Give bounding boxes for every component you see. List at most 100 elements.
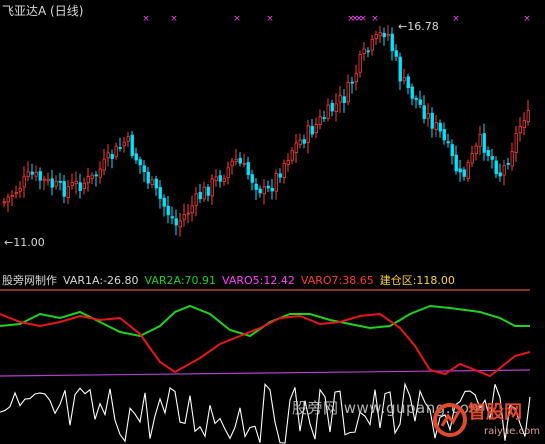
candle-body [114, 145, 118, 158]
candle-body [386, 33, 390, 37]
candle-body [190, 205, 194, 214]
candle-body [518, 126, 522, 134]
candle-body [214, 176, 218, 181]
candle-body [426, 113, 430, 119]
candle-body [166, 205, 170, 216]
price-chart: × × × × ×××× × × × [2, 14, 531, 237]
candle-body [130, 134, 134, 156]
candle-body [142, 165, 146, 173]
candle-body [206, 186, 210, 196]
candle-body [414, 98, 418, 100]
candle-body [478, 134, 482, 147]
candle-body [390, 33, 394, 52]
candle-body [250, 174, 254, 183]
indicator-name: 股旁网制作 [2, 274, 57, 287]
candle-body [154, 178, 158, 189]
candle-body [330, 102, 334, 112]
legend-varo5: VARO5:12.42 [222, 274, 295, 287]
candle-body [134, 153, 138, 161]
candle-body [86, 176, 90, 184]
low-price-value: 11.00 [13, 236, 45, 249]
candle-body [10, 195, 14, 198]
candle-body [314, 124, 318, 134]
candle-body [226, 167, 230, 178]
candle-body [382, 32, 386, 38]
candle-body [522, 120, 526, 128]
candle-body [338, 95, 342, 103]
candle-body [54, 181, 58, 187]
candle-body [266, 185, 270, 189]
candle-body [370, 38, 374, 51]
legend-var2a: VAR2A:70.91 [144, 274, 217, 287]
candle-body [402, 77, 406, 82]
arrow-left-icon: ← [4, 236, 14, 249]
candle-body [38, 171, 42, 181]
legend-jiancang: 建仓区:118.00 [379, 274, 455, 287]
candle-body [454, 154, 458, 172]
candle-body [302, 139, 306, 144]
candle-body [286, 160, 290, 165]
chart-window: × × × × × × × × × × × 飞亚达A (日线) ←16.78 ←11.00 股旁网制… [0, 0, 545, 444]
signal-marker: × [233, 14, 241, 24]
signal-marker: × [359, 14, 367, 24]
candle-body [306, 125, 310, 144]
candle-body [158, 187, 162, 199]
candle-body [162, 197, 166, 207]
candle-body [398, 56, 402, 82]
candle-body [82, 182, 86, 189]
candle-body [138, 159, 142, 166]
candle-body [170, 216, 174, 219]
candle-body [146, 171, 150, 184]
candle-body [42, 178, 46, 181]
low-price-label: ←11.00 [4, 236, 45, 249]
candle-body [310, 125, 314, 135]
candle-body [90, 174, 94, 179]
arrow-left-icon: ← [398, 20, 408, 33]
high-price-label: ←16.78 [398, 20, 439, 33]
varo7-line [0, 312, 531, 378]
candle-body [410, 86, 414, 99]
candle-body [14, 192, 18, 195]
watermark-brand: 智股网 [468, 402, 522, 423]
candle-body [46, 178, 50, 182]
candle-body [254, 183, 258, 190]
candle-body [362, 48, 366, 54]
candle-body [234, 158, 238, 162]
candle-body [242, 162, 246, 165]
signal-marker: × [371, 14, 379, 24]
signal-marker: × [452, 14, 460, 24]
candle-body [502, 165, 506, 176]
candle-body [482, 133, 486, 153]
candle-body [450, 144, 454, 156]
candle-body [458, 168, 462, 173]
candle-body [486, 150, 490, 156]
candle-body [98, 168, 102, 178]
candle-body [494, 160, 498, 175]
candle-body [30, 171, 34, 175]
candle-body [66, 186, 70, 199]
candle-body [222, 177, 226, 182]
candle-body [394, 50, 398, 57]
candle-body [442, 129, 446, 141]
chart-title: 飞亚达A (日线) [2, 4, 84, 18]
candle-body [198, 192, 202, 200]
candle-body [178, 220, 182, 228]
signal-marker: × [142, 14, 150, 24]
candle-body [434, 122, 438, 130]
candle-body [354, 72, 358, 83]
candle-body [278, 173, 282, 178]
candle-body [498, 172, 502, 177]
candle-body [294, 142, 298, 153]
candle-body [106, 152, 110, 159]
candle-body [350, 81, 354, 84]
candle-body [2, 201, 6, 204]
candle-body [342, 96, 346, 103]
candle-body [26, 171, 30, 177]
high-price-value: 16.78 [407, 20, 439, 33]
candle-body [34, 171, 38, 177]
candle-body [334, 103, 338, 112]
signal-marker: × [266, 14, 274, 24]
candle-body [298, 139, 302, 145]
candle-body [218, 175, 222, 182]
candle-body [446, 141, 450, 144]
